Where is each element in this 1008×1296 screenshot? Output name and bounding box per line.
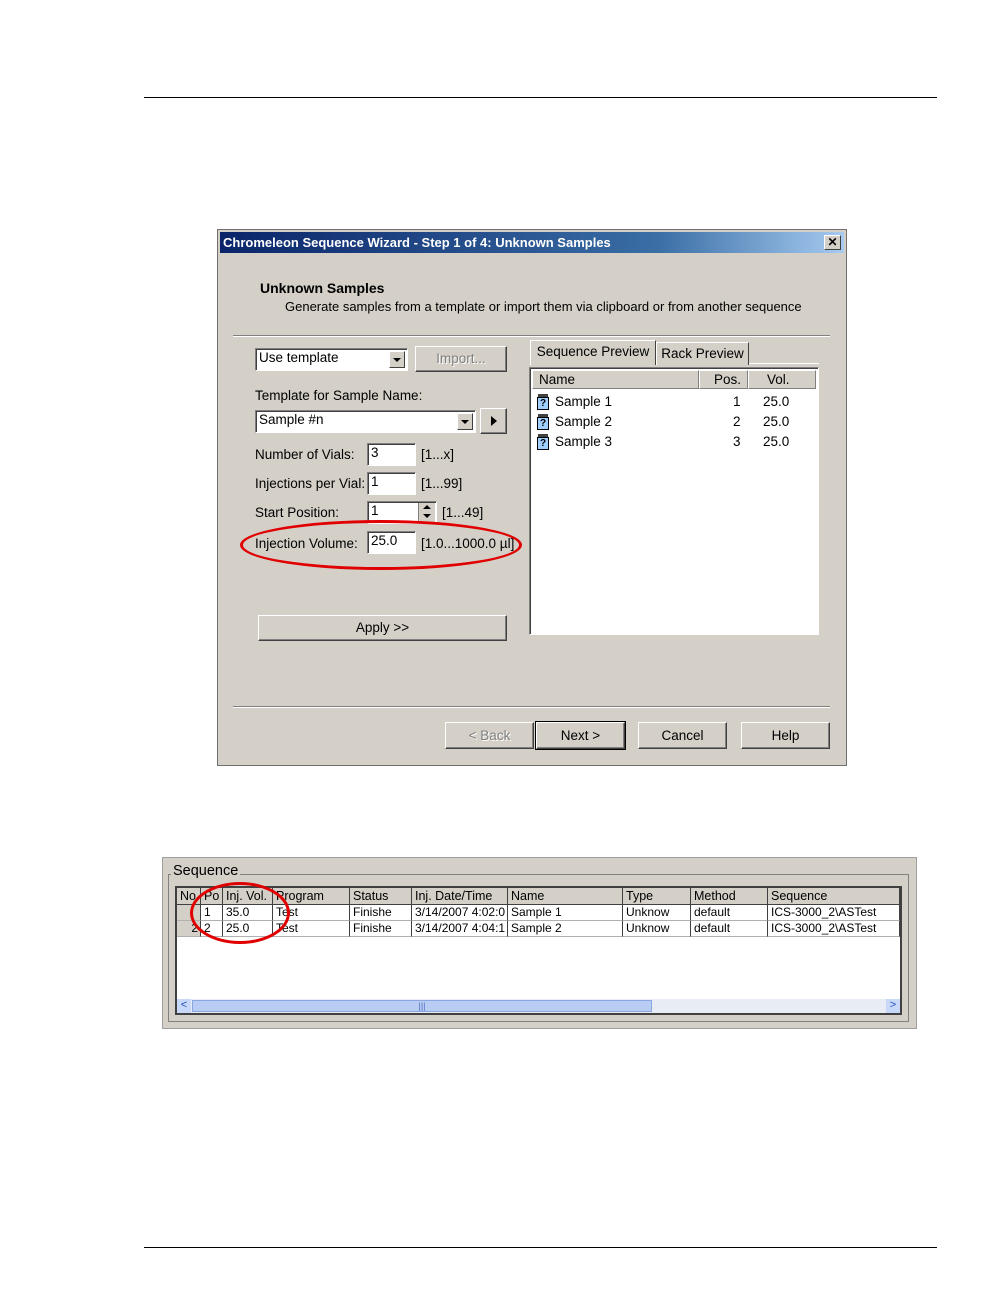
help-button[interactable]: Help [741, 722, 830, 749]
column-header-name[interactable]: Name [508, 888, 623, 905]
column-header-method[interactable]: Method [691, 888, 768, 905]
sequence-title: Sequence [171, 863, 241, 879]
apply-button[interactable]: Apply >> [258, 615, 507, 641]
vials-input[interactable]: 3 [367, 443, 416, 466]
chevron-down-icon[interactable] [389, 351, 405, 368]
source-dropdown[interactable]: Use template [255, 348, 408, 371]
sample-vol: 25.0 [763, 434, 790, 449]
back-button[interactable]: < Back [445, 722, 534, 749]
scroll-right-button[interactable]: > [886, 999, 900, 1013]
column-header-inj-datetime[interactable]: Inj. Date/Time [412, 888, 508, 905]
vial-icon: ? [537, 434, 549, 450]
scroll-left-button[interactable]: < [177, 999, 191, 1013]
injection-volume-highlight [240, 520, 522, 570]
scroll-thumb[interactable]: ||| [192, 1000, 652, 1012]
next-button[interactable]: Next > [535, 721, 626, 750]
cell-type: Unknow [623, 921, 691, 937]
source-dropdown-value: Use template [259, 350, 339, 365]
cell-status: Finishe [350, 921, 412, 937]
scroll-grip-icon: ||| [418, 1001, 426, 1011]
sample-vol: 25.0 [763, 394, 790, 409]
sample-pos: 2 [733, 414, 741, 429]
vials-label: Number of Vials: [255, 447, 355, 462]
spin-down-icon[interactable] [423, 514, 431, 518]
list-item[interactable]: ? Sample 2 2 25.0 [536, 413, 806, 433]
spin-up-icon[interactable] [423, 505, 431, 509]
cell-name: Sample 1 [508, 905, 623, 921]
list-item[interactable]: ? Sample 1 1 25.0 [536, 393, 806, 413]
start-position-range: [1...49] [442, 505, 484, 520]
cell-sequence: ICS-3000_2\ASTest [768, 905, 900, 921]
cell-method: default [691, 905, 768, 921]
injections-label: Injections per Vial: [255, 476, 366, 491]
column-header-vol[interactable]: Vol. [748, 370, 816, 389]
vial-icon: ? [537, 414, 549, 430]
spin-buttons[interactable] [418, 503, 435, 522]
inj-vol-column-highlight [190, 882, 290, 944]
bottom-rule [144, 1247, 937, 1248]
column-header-sequence[interactable]: Sequence [768, 888, 900, 905]
injections-range: [1...99] [421, 476, 463, 491]
cell-method: default [691, 921, 768, 937]
column-header-status[interactable]: Status [350, 888, 412, 905]
sample-vol: 25.0 [763, 414, 790, 429]
cancel-button[interactable]: Cancel [638, 722, 727, 749]
section-description: Generate samples from a template or impo… [285, 299, 802, 314]
cell-datetime: 3/14/2007 4:02:0 [412, 905, 508, 921]
dialog-title: Chromeleon Sequence Wizard - Step 1 of 4… [223, 235, 611, 250]
start-position-label: Start Position: [255, 505, 340, 520]
header-divider [233, 335, 830, 337]
cell-name: Sample 2 [508, 921, 623, 937]
cell-type: Unknow [623, 905, 691, 921]
tab-sequence-preview[interactable]: Sequence Preview [530, 340, 656, 365]
cell-sequence: ICS-3000_2\ASTest [768, 921, 900, 937]
template-label: Template for Sample Name: [255, 388, 423, 403]
template-dropdown[interactable]: Sample #n [255, 410, 476, 433]
close-button[interactable]: ✕ [824, 235, 841, 250]
template-menu-button[interactable] [480, 408, 507, 434]
title-bar: Chromeleon Sequence Wizard - Step 1 of 4… [220, 232, 844, 253]
tab-strip-edge [749, 363, 819, 364]
sample-name: Sample 3 [555, 434, 613, 449]
chevron-down-icon[interactable] [457, 413, 473, 430]
horizontal-scrollbar[interactable]: < ||| > [177, 999, 900, 1013]
cell-datetime: 3/14/2007 4:04:1 [412, 921, 508, 937]
tab-rack-preview[interactable]: Rack Preview [656, 342, 749, 365]
column-header-pos[interactable]: Pos. [699, 370, 748, 389]
vials-range: [1...x] [421, 447, 455, 462]
top-rule [144, 97, 937, 98]
import-button[interactable]: Import... [415, 346, 507, 372]
vial-icon: ? [537, 394, 549, 410]
template-dropdown-value: Sample #n [259, 412, 324, 427]
column-header-type[interactable]: Type [623, 888, 691, 905]
sequence-preview-list[interactable]: Name Pos. Vol. ? Sample 1 1 25.0 ? Sampl… [529, 367, 819, 635]
play-right-icon [491, 416, 497, 426]
list-item[interactable]: ? Sample 3 3 25.0 [536, 433, 806, 453]
sample-pos: 1 [733, 394, 741, 409]
column-header-name[interactable]: Name [532, 370, 699, 389]
start-position-value: 1 [371, 503, 379, 518]
cell-status: Finishe [350, 905, 412, 921]
injections-input[interactable]: 1 [367, 472, 416, 495]
section-heading: Unknown Samples [260, 280, 385, 296]
sample-name: Sample 1 [555, 394, 613, 409]
footer-divider [233, 706, 830, 708]
sample-name: Sample 2 [555, 414, 613, 429]
sample-pos: 3 [733, 434, 741, 449]
